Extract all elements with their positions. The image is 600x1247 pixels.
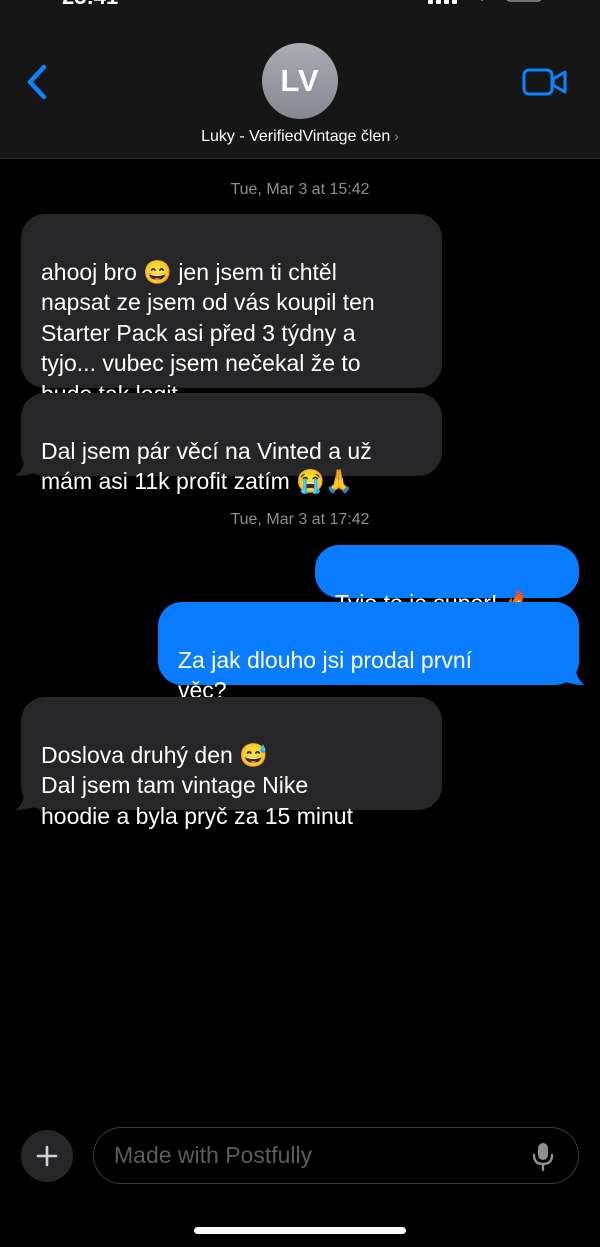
message-bubble-incoming[interactable]: ahooj bro 😄 jen jsem ti chtěl napsat ze … [21, 214, 442, 407]
message-bubble-outgoing[interactable]: Za jak dlouho jsi prodal první věc? [158, 602, 579, 703]
back-button[interactable] [20, 62, 54, 102]
plus-icon [36, 1145, 58, 1167]
message-text: ahooj bro 😄 jen jsem ti chtěl napsat ze … [41, 258, 375, 407]
bubble-tail-incoming [15, 452, 41, 476]
message-text: Dal jsem pár věcí na Vinted a už mám asi… [41, 437, 372, 495]
status-bar: 23:41 [0, 0, 600, 9]
wifi-icon [481, 0, 483, 1]
bubble-tail-incoming [15, 786, 41, 810]
conversation-header: 23:41 LV Luky - VerifiedVintage člen› [0, 0, 600, 159]
message-bubble-outgoing[interactable]: Tyjo to je super! 🔥 [315, 545, 579, 616]
microphone-icon [532, 1143, 554, 1172]
timestamp: Tue, Mar 3 at 15:42 [230, 181, 370, 198]
apps-plus-button[interactable] [21, 1130, 73, 1182]
message-text: Za jak dlouho jsi prodal první věc? [178, 646, 473, 704]
contact-name-button[interactable]: Luky - VerifiedVintage člen › [0, 128, 600, 146]
timestamp: Tue, Mar 3 at 17:42 [230, 511, 370, 528]
bubble-tail-outgoing [559, 661, 585, 685]
message-bubble-incoming[interactable]: Dal jsem pár věcí na Vinted a už mám asi… [21, 393, 442, 494]
cellular-signal-icon [428, 0, 457, 4]
contact-name: Luky - VerifiedVintage člen [201, 128, 391, 145]
message-bubble-incoming[interactable]: Doslova druhý den 😅 Dal jsem tam vintage… [21, 697, 442, 829]
home-indicator[interactable] [194, 1227, 406, 1234]
battery-icon [506, 0, 542, 2]
status-time: 23:41 [62, 0, 118, 10]
contact-avatar[interactable]: LV [262, 43, 338, 119]
avatar-initials: LV [280, 63, 320, 98]
message-text: Doslova druhý den 😅 Dal jsem tam vintage… [41, 741, 353, 829]
dictation-button[interactable] [530, 1142, 556, 1172]
video-camera-icon [522, 68, 567, 96]
video-call-button[interactable] [522, 66, 568, 98]
message-input[interactable] [93, 1127, 579, 1184]
chevron-right-icon: › [394, 128, 399, 144]
chevron-left-icon [27, 64, 47, 100]
